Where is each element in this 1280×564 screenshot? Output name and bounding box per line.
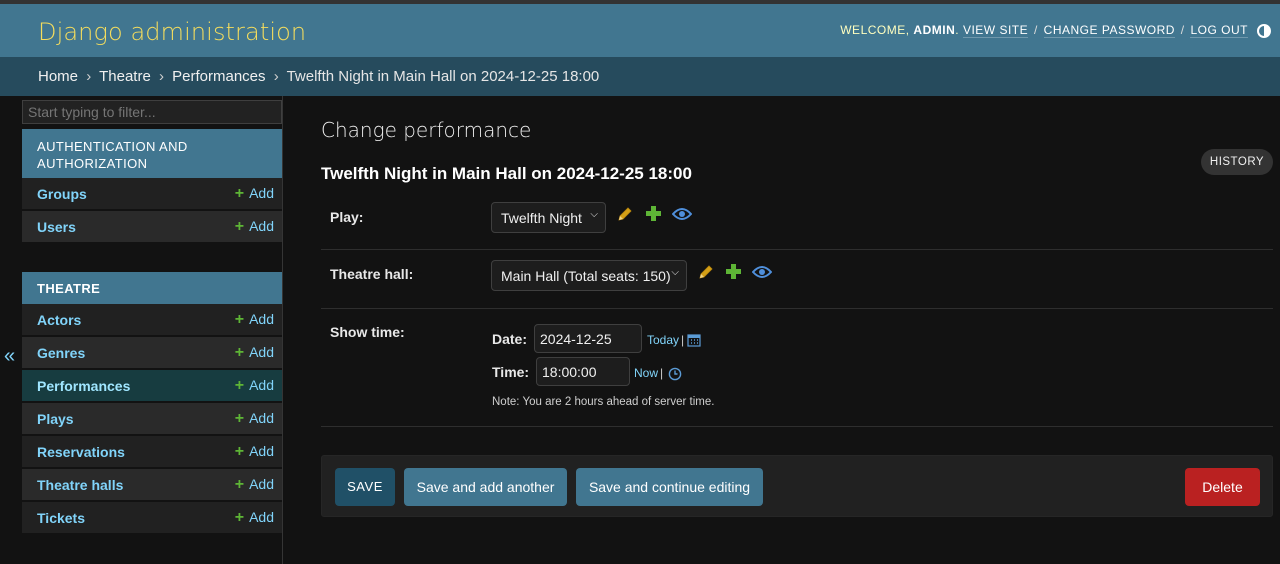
header: Django administration WELCOME, ADMIN. VI… [0, 4, 1280, 57]
add-link[interactable]: + Add [235, 377, 274, 395]
sidebar-item-plays[interactable]: Plays + Add [22, 403, 282, 435]
form-row-theatre-hall: Theatre hall: Main Hall (Total seats: 15… [321, 250, 1273, 309]
breadcrumb-separator: › [86, 68, 92, 85]
clock-icon[interactable] [668, 367, 682, 381]
breadcrumb: Home › Theatre › Performances › Twelfth … [0, 57, 1280, 96]
user-tools: WELCOME, ADMIN. VIEW SITE / CHANGE PASSW… [840, 23, 1248, 38]
form-row-play: Play: Twelfth Night ⌵ [321, 192, 1273, 250]
sidebar-item-genres[interactable]: Genres + Add [22, 337, 282, 369]
calendar-icon[interactable] [687, 333, 701, 347]
save-and-continue-button[interactable]: Save and continue editing [576, 468, 763, 506]
separator: / [1180, 23, 1185, 37]
change-password-link[interactable]: CHANGE PASSWORD [1043, 23, 1175, 38]
sidebar-item-label[interactable]: Groups [37, 186, 87, 202]
plus-icon: + [234, 443, 245, 460]
site-name[interactable]: Django administration [38, 18, 306, 46]
plus-icon: + [234, 509, 245, 526]
sidebar-item-theatre-halls[interactable]: Theatre halls + Add [22, 469, 282, 501]
add-link[interactable]: + Add [235, 218, 274, 236]
plus-icon: + [234, 344, 245, 361]
eye-icon[interactable] [752, 265, 772, 279]
pencil-icon[interactable] [616, 205, 634, 223]
date-shortcuts: Today | [647, 333, 685, 347]
breadcrumb-separator: › [158, 68, 164, 85]
plus-icon[interactable] [725, 263, 742, 280]
save-button[interactable]: SAVE [335, 468, 395, 506]
date-label: Date: [492, 331, 528, 347]
time-shortcuts: Now | [634, 366, 664, 380]
plus-icon: + [234, 218, 245, 235]
plus-icon: + [234, 476, 245, 493]
welcome-text: WELCOME, [840, 23, 910, 37]
add-link[interactable]: + Add [235, 509, 274, 527]
collapse-sidebar-button[interactable]: « [4, 345, 15, 368]
play-label: Play: [330, 209, 364, 225]
sidebar-item-label[interactable]: Theatre halls [37, 477, 123, 493]
plus-icon: + [234, 311, 245, 328]
date-input[interactable]: 2024-12-25 [534, 324, 642, 353]
sidebar-item-users[interactable]: Users + Add [22, 211, 282, 243]
play-select[interactable]: Twelfth Night ⌵ [491, 202, 606, 233]
sidebar-item-label[interactable]: Genres [37, 345, 85, 361]
breadcrumb-current: Twelfth Night in Main Hall on 2024-12-25… [286, 68, 600, 85]
sidebar: AUTHENTICATION AND AUTHORIZATION Groups … [21, 96, 283, 564]
theatre-hall-select-value: Main Hall (Total seats: 150) [501, 268, 671, 284]
sidebar-item-reservations[interactable]: Reservations + Add [22, 436, 282, 468]
add-link[interactable]: + Add [235, 344, 274, 362]
theatre-hall-label: Theatre hall: [330, 266, 414, 282]
page-title: Change performance [321, 118, 532, 142]
today-link[interactable]: Today [647, 333, 679, 347]
now-link[interactable]: Now [634, 366, 658, 380]
add-link[interactable]: + Add [235, 311, 274, 329]
sidebar-item-label[interactable]: Reservations [37, 444, 125, 460]
plus-icon: + [234, 377, 245, 394]
sidebar-item-label[interactable]: Tickets [37, 510, 85, 526]
sidebar-item-performances[interactable]: Performances + Add [22, 370, 282, 402]
theme-toggle-icon[interactable] [1257, 24, 1271, 38]
pencil-icon[interactable] [697, 263, 715, 281]
sidebar-item-label[interactable]: Plays [37, 411, 74, 427]
sidebar-item-actors[interactable]: Actors + Add [22, 304, 282, 336]
add-link[interactable]: + Add [235, 476, 274, 494]
breadcrumb-home[interactable]: Home [38, 68, 78, 85]
username: ADMIN [913, 23, 956, 37]
delete-button[interactable]: Delete [1185, 468, 1260, 506]
add-link[interactable]: + Add [235, 443, 274, 461]
sidebar-item-label[interactable]: Users [37, 219, 76, 235]
object-title: Twelfth Night in Main Hall on 2024-12-25… [321, 164, 692, 183]
time-label: Time: [492, 364, 530, 380]
breadcrumb-app[interactable]: Theatre [99, 68, 151, 85]
theatre-hall-select[interactable]: Main Hall (Total seats: 150) ⌵ [491, 260, 687, 291]
time-input[interactable]: 18:00:00 [536, 357, 630, 386]
log-out-link[interactable]: LOG OUT [1190, 23, 1248, 38]
add-link[interactable]: + Add [235, 185, 274, 203]
plus-icon[interactable] [645, 205, 662, 222]
view-site-link[interactable]: VIEW SITE [962, 23, 1029, 38]
save-and-add-another-button[interactable]: Save and add another [404, 468, 567, 506]
chevron-down-icon: ⌵ [590, 209, 598, 220]
form-row-show-time: Show time: Date: 2024-12-25 Today | Time:… [321, 309, 1273, 427]
breadcrumb-separator: › [273, 68, 279, 85]
chevron-down-icon: ⌵ [671, 267, 679, 278]
play-select-value: Twelfth Night [501, 210, 582, 226]
module-caption-theatre[interactable]: THEATRE [22, 272, 282, 304]
sidebar-item-label[interactable]: Actors [37, 312, 81, 328]
sidebar-item-groups[interactable]: Groups + Add [22, 178, 282, 210]
separator: / [1033, 23, 1038, 37]
timezone-note: Note: You are 2 hours ahead of server ti… [492, 396, 715, 408]
sidebar-item-label[interactable]: Performances [37, 378, 130, 394]
history-button[interactable]: HISTORY [1201, 149, 1273, 175]
plus-icon: + [234, 185, 245, 202]
plus-icon: + [234, 410, 245, 427]
sidebar-item-tickets[interactable]: Tickets + Add [22, 502, 282, 534]
show-time-label: Show time: [330, 324, 405, 340]
module-caption-auth[interactable]: AUTHENTICATION AND AUTHORIZATION [22, 129, 282, 178]
submit-row: SAVE Save and add another Save and conti… [321, 455, 1273, 517]
nav-filter-input[interactable] [22, 100, 282, 124]
breadcrumb-model[interactable]: Performances [172, 68, 265, 85]
eye-icon[interactable] [672, 207, 692, 221]
add-link[interactable]: + Add [235, 410, 274, 428]
